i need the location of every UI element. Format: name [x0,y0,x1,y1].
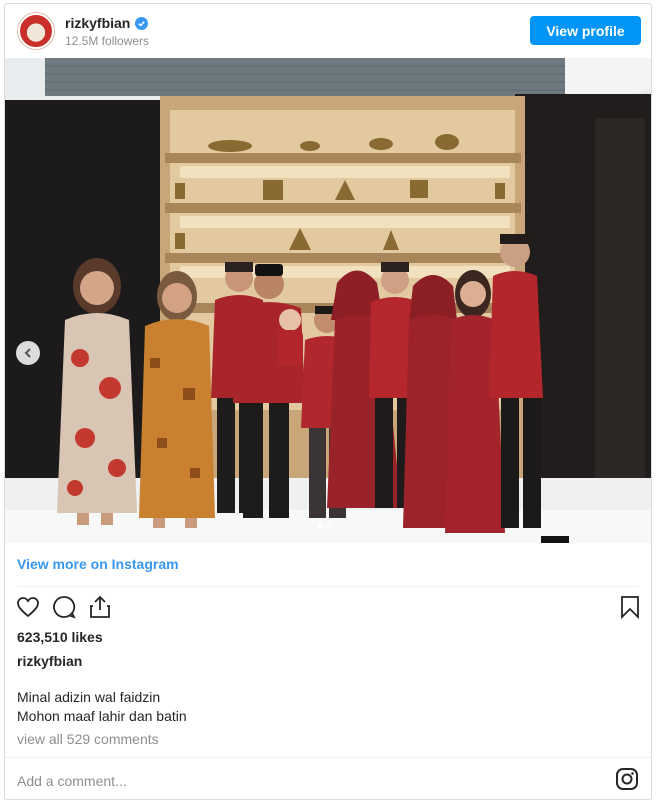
divider [5,757,651,758]
share-icon[interactable] [87,594,113,620]
carousel-dot[interactable] [327,522,333,528]
instagram-embed-card: rizkyfbian 12.5M followers View profile [4,3,652,800]
view-profile-button[interactable]: View profile [530,16,641,45]
divider [17,586,639,587]
username[interactable]: rizkyfbian [65,15,130,31]
action-bar [5,594,651,626]
instagram-logo-icon[interactable] [615,767,639,791]
view-all-comments-link[interactable]: view all 529 comments [17,731,159,747]
avatar[interactable] [18,13,54,49]
heart-icon[interactable] [15,594,41,620]
post-header: rizkyfbian 12.5M followers View profile [5,4,651,58]
username-row: rizkyfbian [65,15,149,31]
carousel-prev-button[interactable] [16,341,40,365]
caption-line-2: Mohon maaf lahir dan batin [17,708,187,724]
bookmark-icon[interactable] [617,594,643,620]
post-photo[interactable] [5,58,651,543]
comment-icon[interactable] [51,594,77,620]
view-more-link[interactable]: View more on Instagram [17,556,179,572]
carousel-dot-active[interactable] [317,522,323,528]
caption-line-1: Minal adizin wal faidzin [17,689,161,705]
like-count[interactable]: 623,510 likes [17,629,103,645]
verified-badge-icon [135,16,149,30]
family-photo-image [5,58,651,543]
follower-count: 12.5M followers [65,34,150,48]
carousel-dots [317,522,333,528]
add-comment-input[interactable]: Add a comment... [17,773,127,789]
chevron-left-icon [24,348,31,358]
caption-username[interactable]: rizkyfbian [17,653,82,669]
